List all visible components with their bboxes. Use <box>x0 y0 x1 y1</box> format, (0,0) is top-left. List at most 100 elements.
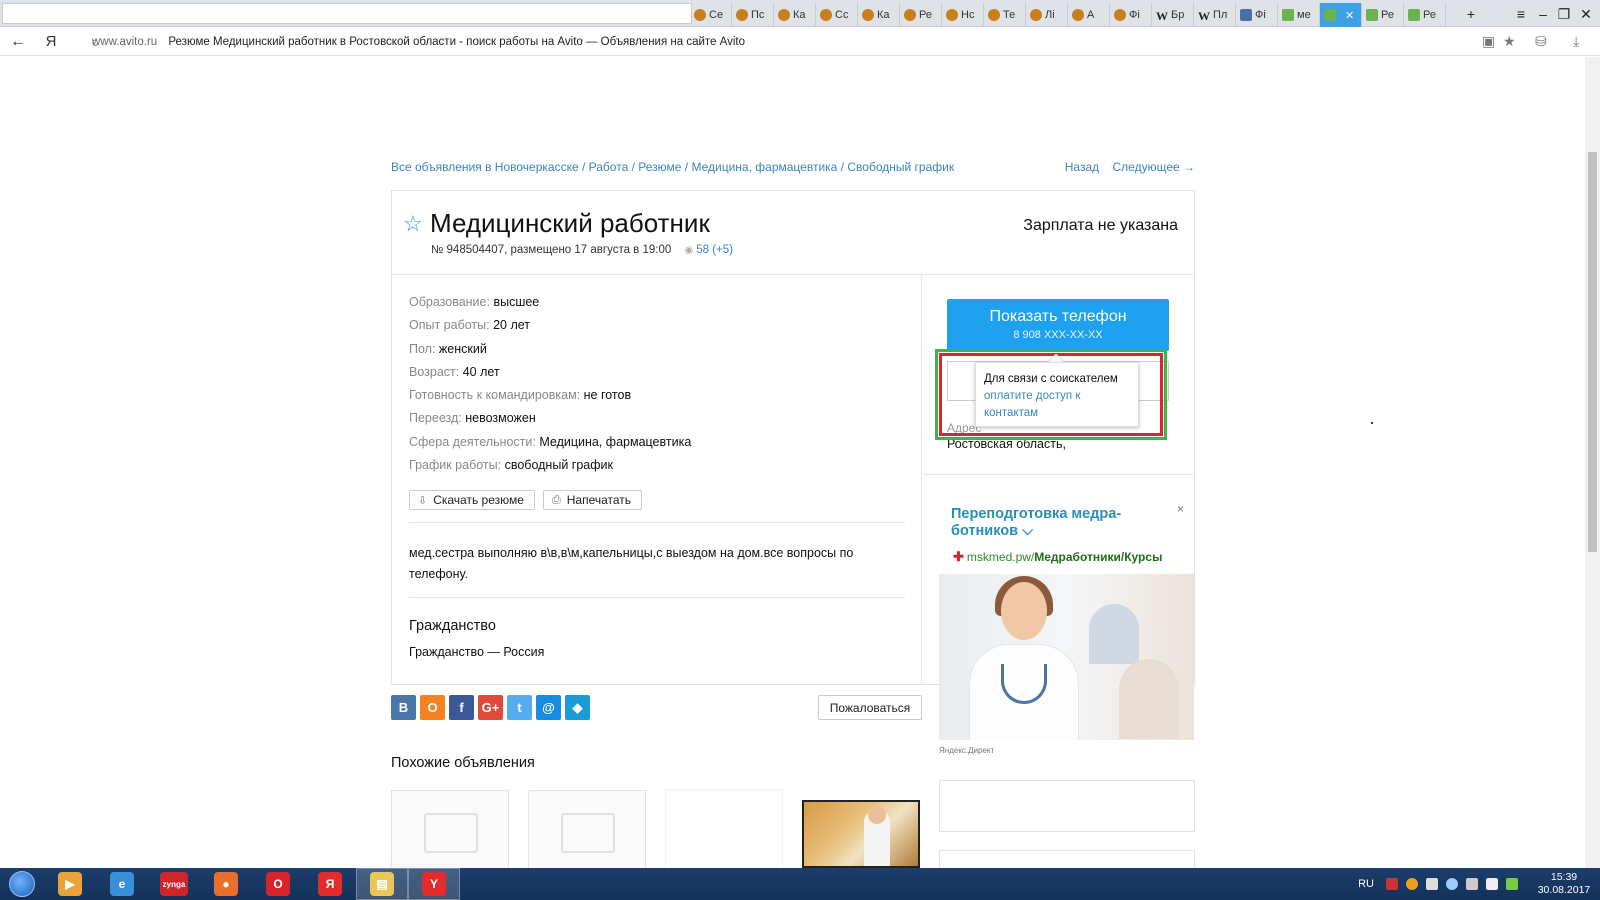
property-key: Готовность к командировкам: <box>409 388 581 403</box>
browser-tab[interactable]: Ре <box>1362 3 1404 27</box>
breadcrumb-link[interactable]: Все объявления в Новочеркасске <box>391 160 579 174</box>
similar-listing-photo[interactable] <box>802 800 920 868</box>
breadcrumb-link[interactable]: Резюме <box>638 160 681 174</box>
taskbar-explorer[interactable]: ▤ <box>356 868 408 900</box>
new-tab-button[interactable]: + <box>1460 3 1482 25</box>
chevron-down-icon[interactable]: ⌵ <box>1022 523 1033 539</box>
restore-icon[interactable]: ❐ <box>1553 3 1575 25</box>
ad-image[interactable] <box>939 574 1194 740</box>
yandex-home-button[interactable]: Я <box>36 33 66 50</box>
breadcrumb-separator: / <box>628 160 639 174</box>
tray-circle-icon[interactable] <box>1446 878 1458 890</box>
browser-tab[interactable]: Нс <box>942 3 984 27</box>
view-count[interactable]: ◉ 58 (+5) <box>684 244 733 256</box>
browser-tab[interactable]: Ка <box>858 3 900 27</box>
wikipedia-icon: W <box>1156 9 1168 23</box>
resume-property: Пол: женский <box>409 338 691 361</box>
download-resume-button[interactable]: ⇩ Скачать резюме <box>409 490 535 510</box>
start-button[interactable] <box>0 868 44 900</box>
property-key: Образование: <box>409 295 490 309</box>
page-scrollbar[interactable] <box>1585 57 1600 868</box>
green-icon <box>1282 9 1294 21</box>
volume-icon[interactable] <box>1426 878 1438 890</box>
browser-tab[interactable]: Ре <box>900 3 942 27</box>
browser-tab[interactable]: W Бр <box>1152 3 1194 27</box>
similar-listing-card[interactable] <box>528 790 646 870</box>
taskbar-media-player[interactable]: ▶ <box>44 868 96 900</box>
breadcrumb-link[interactable]: Медицина, фармацевтика <box>691 160 837 174</box>
extension-icon[interactable]: ⛁ <box>1535 33 1547 50</box>
taskbar-yandex-browser[interactable]: Y <box>408 868 460 900</box>
network-icon[interactable] <box>1466 878 1478 890</box>
ad-close-icon[interactable]: × <box>1177 502 1184 516</box>
tooltip-text: Для связи с соискателем <box>984 373 1118 385</box>
browser-tab[interactable]: Фі <box>1236 3 1278 27</box>
browser-tab[interactable]: W Пл <box>1194 3 1236 27</box>
print-label: Напечатать <box>566 493 632 507</box>
tab-search-field[interactable] <box>2 3 692 24</box>
complain-button[interactable]: Пожаловаться <box>818 695 922 720</box>
action-center-icon[interactable] <box>1486 878 1498 890</box>
similar-listing-card[interactable] <box>665 790 783 870</box>
taskbar-firefox[interactable]: ● <box>200 868 252 900</box>
tray-app-icon[interactable] <box>1386 878 1398 890</box>
reload-icon[interactable]: c <box>92 35 98 49</box>
browser-tab[interactable]: Сс <box>816 3 858 27</box>
taskbar-yandex[interactable]: Я <box>304 868 356 900</box>
ad-url[interactable]: ✚ mskmed.pw/Медработники/Курсы <box>953 549 1162 565</box>
print-button[interactable]: ⎙ Напечатать <box>542 490 643 510</box>
browser-tab[interactable]: Ка <box>774 3 816 27</box>
browser-tab[interactable]: Фі <box>1110 3 1152 27</box>
tray-sun-icon[interactable] <box>1406 878 1418 890</box>
share-button[interactable]: @ <box>536 695 561 720</box>
tab-close-icon[interactable]: ✕ <box>1345 9 1354 22</box>
breadcrumb-link[interactable]: Свободный график <box>847 160 954 174</box>
breadcrumb-link[interactable]: Работа <box>589 160 629 174</box>
language-indicator[interactable]: RU <box>1358 878 1374 890</box>
show-phone-button[interactable]: Показать телефон 8 908 XXX-XX-XX <box>947 299 1169 351</box>
scroll-thumb[interactable] <box>1588 152 1597 552</box>
pay-access-link[interactable]: оплатите доступ к контактам <box>984 388 1130 422</box>
share-button[interactable]: G+ <box>478 695 503 720</box>
property-key: Опыт работы: <box>409 318 490 333</box>
browser-tab[interactable]: Лі <box>1026 3 1068 27</box>
ad-title[interactable]: Переподготовка медра-ботников ⌵ <box>951 506 1141 540</box>
protect-icon[interactable]: ▣ <box>1482 33 1495 50</box>
browser-tab[interactable]: Те <box>984 3 1026 27</box>
next-link[interactable]: Следующее → <box>1113 160 1196 174</box>
browser-tab[interactable]: Се <box>690 3 732 27</box>
tab-label: Сс <box>835 9 849 21</box>
browser-tab[interactable]: Ре <box>1404 3 1446 27</box>
resume-property: Возраст: 40 лет <box>409 361 691 384</box>
property-value: не готов <box>583 388 632 403</box>
taskbar-opera[interactable]: O <box>252 868 304 900</box>
taskbar-zynga[interactable]: zynga <box>148 868 200 900</box>
prev-link[interactable]: Назад <box>1065 160 1099 174</box>
minimize-icon[interactable]: – <box>1532 3 1554 25</box>
menu-icon[interactable]: ≡ <box>1510 3 1532 25</box>
clock[interactable]: 15:39 30.08.2017 <box>1534 871 1594 897</box>
url-field[interactable]: www.avito.ru Резюме Медицинский работник… <box>92 36 745 48</box>
share-button[interactable]: О <box>420 695 445 720</box>
share-button[interactable]: f <box>449 695 474 720</box>
browser-tab[interactable]: Пс <box>732 3 774 27</box>
tab-label: Пс <box>751 9 765 21</box>
citizenship-heading: Гражданство <box>409 618 496 634</box>
green-icon <box>1366 9 1378 21</box>
taskbar-internet-explorer[interactable]: e <box>96 868 148 900</box>
share-button[interactable]: В <box>391 695 416 720</box>
battery-icon[interactable] <box>1506 878 1518 890</box>
share-button[interactable]: t <box>507 695 532 720</box>
bookmark-star-icon[interactable]: ★ <box>1503 33 1516 50</box>
browser-tab[interactable]: ✕ <box>1320 3 1362 27</box>
similar-listing-card[interactable] <box>391 790 509 870</box>
browser-tab[interactable]: ме <box>1278 3 1320 27</box>
property-key: Переезд: <box>409 411 462 426</box>
favorite-star-icon[interactable]: ☆ <box>403 211 423 237</box>
resume-property: Переезд: невозможен <box>409 407 691 430</box>
back-button[interactable]: ← <box>0 33 36 51</box>
browser-tab[interactable]: А <box>1068 3 1110 27</box>
share-button[interactable]: ◆ <box>565 695 590 720</box>
close-icon[interactable]: ✕ <box>1575 3 1597 25</box>
download-icon[interactable]: ⤓ <box>1573 33 1579 50</box>
